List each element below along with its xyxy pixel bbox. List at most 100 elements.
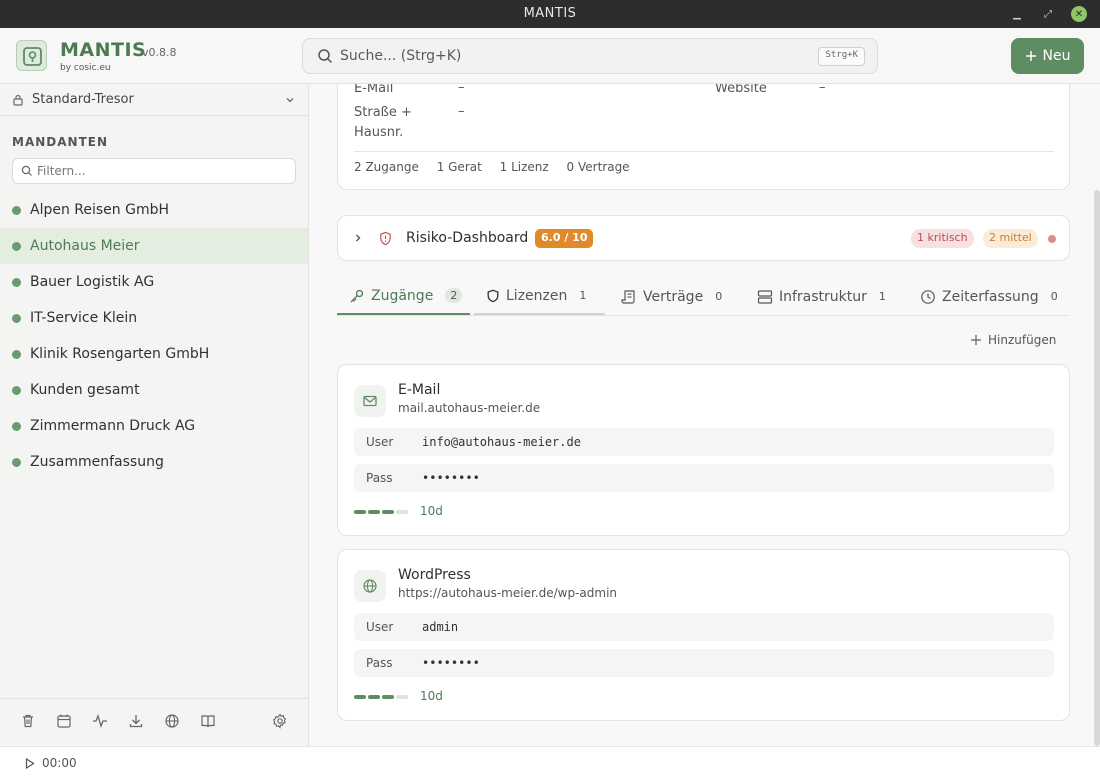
user-field[interactable]: User admin (354, 613, 1054, 641)
stat-access: 2 Zugange (354, 160, 419, 174)
password-strength-bar (354, 510, 410, 514)
client-item-active[interactable]: Autohaus Meier (0, 228, 308, 264)
minimize-icon[interactable]: ▁ (1009, 6, 1025, 22)
user-value: info@autohaus-meier.de (422, 435, 581, 449)
client-item[interactable]: Zusammenfassung (0, 444, 308, 480)
mail-icon (354, 385, 386, 417)
access-title: WordPress (398, 567, 471, 583)
access-card[interactable]: E-Mail mail.autohaus-meier.de User info@… (337, 364, 1070, 536)
settings-icon[interactable] (272, 713, 288, 729)
tab-label: Verträge (643, 288, 704, 305)
user-field[interactable]: User info@autohaus-meier.de (354, 428, 1054, 456)
access-card[interactable]: WordPress https://autohaus-meier.de/wp-a… (337, 549, 1070, 721)
strength-segment (368, 510, 380, 514)
close-icon[interactable]: ✕ (1071, 6, 1087, 22)
add-button[interactable]: Hinzufügen (970, 333, 1056, 347)
risk-dashboard-panel[interactable]: Risiko-Dashboard 6.0 / 10 1 kritisch 2 m… (337, 215, 1070, 261)
divider (354, 151, 1054, 152)
activity-icon[interactable] (92, 713, 108, 729)
download-icon[interactable] (128, 713, 144, 729)
tab-access[interactable]: Zugänge 2 (337, 278, 470, 315)
vault-selector[interactable]: Standard-Tresor (0, 84, 308, 116)
new-button-label: Neu (1042, 48, 1071, 64)
search-icon (318, 49, 332, 63)
clock-icon (921, 289, 935, 304)
vault-label: Standard-Tresor (32, 92, 134, 107)
main-scrollbar[interactable] (1094, 190, 1100, 746)
calendar-icon[interactable] (56, 713, 72, 729)
password-field[interactable]: Pass •••••••• (354, 649, 1054, 677)
email-label: E-Mail (354, 84, 394, 96)
chevron-down-icon (286, 98, 294, 103)
email-value: – (458, 84, 465, 95)
mantis-logo-icon (16, 40, 47, 71)
street-value: – (458, 104, 465, 119)
risk-title: Risiko-Dashboard (406, 230, 529, 246)
status-dot (12, 206, 21, 215)
user-value: admin (422, 620, 459, 634)
tab-label: Zugänge (371, 287, 434, 304)
status-dot (12, 422, 21, 431)
book-icon[interactable] (200, 713, 216, 729)
shield-icon (487, 289, 499, 302)
client-item[interactable]: Zimmermann Druck AG (0, 408, 308, 444)
window-title: MANTIS (523, 6, 577, 21)
user-label: User (366, 435, 394, 449)
password-age: 10d (420, 689, 443, 703)
status-dot (12, 242, 21, 251)
client-item[interactable]: Alpen Reisen GmbH (0, 192, 308, 228)
status-dot (12, 386, 21, 395)
client-item[interactable]: Bauer Logistik AG (0, 264, 308, 300)
window-titlebar: MANTIS ▁ ⤢ ✕ (0, 0, 1100, 28)
website-label: Website (715, 84, 767, 96)
tab-infrastructure[interactable]: Infrastruktur 1 (757, 278, 886, 315)
clients-section-title: MANDANTEN (12, 135, 108, 149)
strength-segment (396, 695, 408, 699)
password-field[interactable]: Pass •••••••• (354, 464, 1054, 492)
client-item[interactable]: Kunden gesamt (0, 372, 308, 408)
status-dot (12, 350, 21, 359)
client-filter-input[interactable]: Filtern... (12, 158, 296, 184)
tab-label: Zeiterfassung (942, 288, 1039, 305)
tab-time-tracking[interactable]: Zeiterfassung 0 (920, 278, 1058, 315)
client-item[interactable]: IT-Service Klein (0, 300, 308, 336)
maximize-icon[interactable]: ⤢ (1040, 6, 1056, 22)
plus-icon (971, 335, 981, 345)
server-icon (757, 289, 773, 304)
play-icon[interactable] (25, 758, 35, 769)
risk-status-dot (1048, 235, 1056, 243)
stat-contracts: 0 Vertrage (566, 160, 630, 174)
client-label: IT-Service Klein (30, 310, 138, 326)
search-input[interactable]: Suche... (Strg+K) Strg+K (302, 38, 878, 74)
tab-contracts[interactable]: Verträge 0 (621, 278, 722, 315)
pass-label: Pass (366, 471, 393, 485)
client-label: Autohaus Meier (30, 238, 140, 254)
client-stats: 2 Zugange 1 Gerat 1 Lizenz 0 Vertrage (354, 160, 644, 174)
status-dot (12, 314, 21, 323)
pass-value: •••••••• (422, 471, 480, 485)
trash-icon[interactable] (20, 713, 36, 729)
client-list: Alpen Reisen GmbH Autohaus Meier Bauer L… (0, 192, 308, 480)
street-label-line2: Hausnr. (354, 125, 404, 140)
filter-placeholder: Filtern... (37, 164, 86, 178)
tab-count: 0 (1050, 290, 1058, 303)
stat-licenses: 1 Lizenz (499, 160, 549, 174)
medium-badge: 2 mittel (983, 229, 1038, 248)
app-name: MANTIS (60, 39, 147, 61)
new-button[interactable]: Neu (1011, 38, 1084, 74)
client-label: Bauer Logistik AG (30, 274, 155, 290)
street-label-line1: Straße + (354, 105, 412, 120)
pass-value: •••••••• (422, 656, 480, 670)
access-url: mail.autohaus-meier.de (398, 401, 541, 415)
strength-segment (368, 695, 380, 699)
tab-licenses[interactable]: Lizenzen 1 (474, 278, 605, 315)
strength-segment (382, 695, 394, 699)
client-item[interactable]: Klinik Rosengarten GmbH (0, 336, 308, 372)
strength-segment (396, 510, 408, 514)
shield-alert-icon (380, 231, 391, 246)
risk-score-badge: 6.0 / 10 (535, 229, 594, 248)
search-icon (21, 165, 32, 176)
main-content: E-Mail – Website – Straße + Hausnr. – 2 … (309, 84, 1100, 746)
globe-icon[interactable] (164, 713, 180, 729)
client-label: Zusammenfassung (30, 454, 164, 470)
